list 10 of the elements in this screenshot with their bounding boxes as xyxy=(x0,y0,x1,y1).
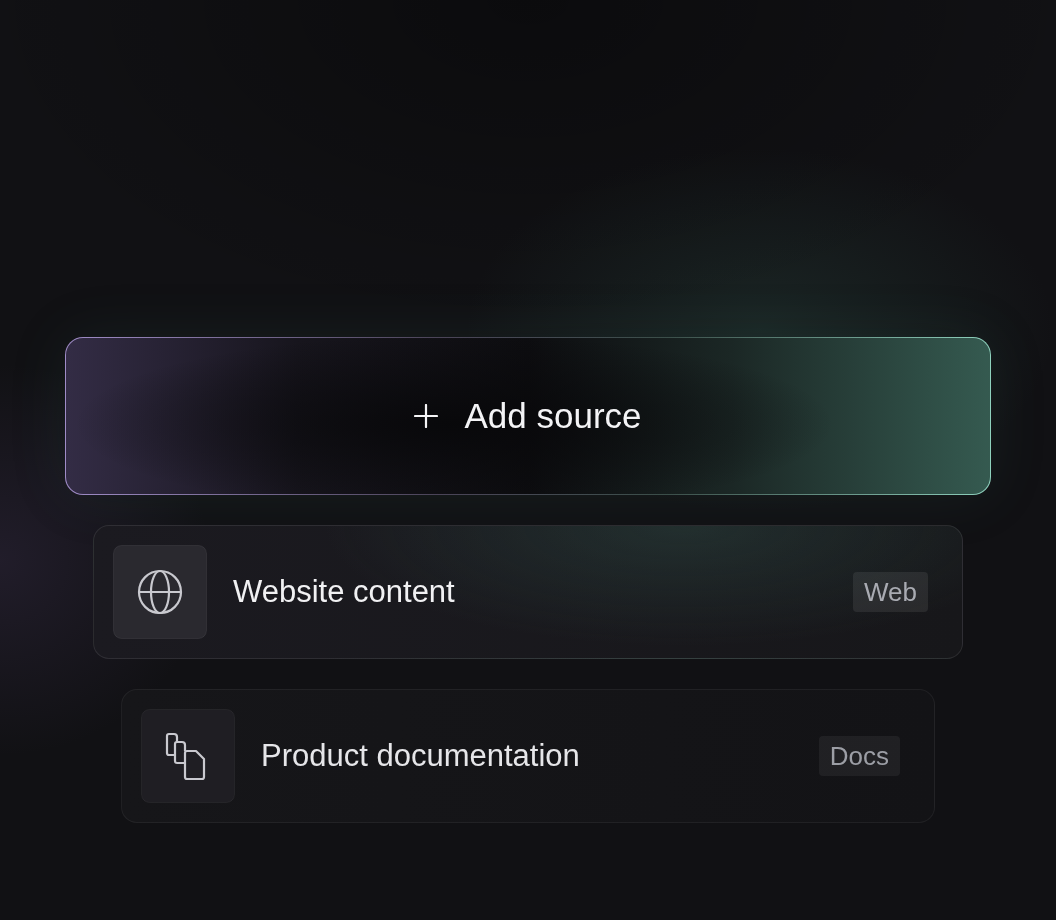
category-tag: Web xyxy=(853,572,928,612)
plus-icon xyxy=(414,404,439,428)
add-source-button[interactable]: Add source xyxy=(65,337,991,495)
source-title: Website content xyxy=(233,574,456,610)
source-card[interactable]: Website content Web xyxy=(93,525,963,659)
category-tag: Docs xyxy=(818,736,900,776)
globe-icon xyxy=(113,545,207,639)
source-title: Product documentation xyxy=(261,738,581,774)
source-card[interactable]: Product documentation Docs xyxy=(121,689,935,823)
stacked-pages-icon xyxy=(141,709,235,803)
